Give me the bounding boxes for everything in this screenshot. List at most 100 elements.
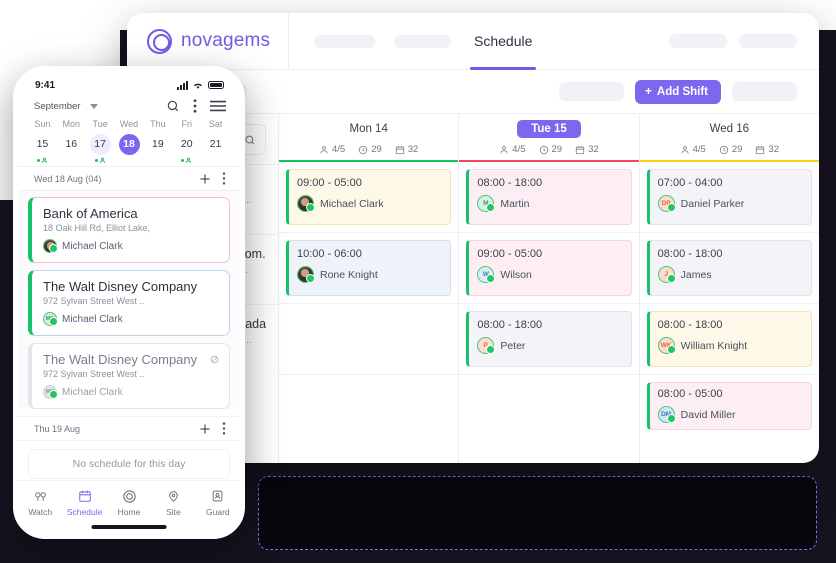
stat-guards: 4/5 <box>680 144 706 155</box>
avatar: DM <box>657 406 676 423</box>
shift-time: 08:00 - 05:00 <box>657 388 723 400</box>
schedule-card[interactable]: The Walt Disney Company 972 Sylvan Street… <box>28 343 230 409</box>
phone-tab-home[interactable]: Home <box>107 488 151 517</box>
stat-shifts-value: 32 <box>588 144 599 155</box>
shift-card[interactable]: 08:00 - 18:00 P Peter <box>466 311 632 367</box>
shift-card[interactable]: 08:00 - 05:00 DM David Miller <box>646 382 812 430</box>
wifi-icon <box>194 83 202 89</box>
phone-date-cell[interactable]: 19 <box>143 134 172 155</box>
phone-date-cell[interactable]: 15 <box>28 134 57 155</box>
plus-icon: + <box>645 85 652 98</box>
add-shift-button[interactable]: + Add Shift <box>635 79 721 104</box>
stat-shifts: 32 <box>575 144 599 155</box>
no-entry-icon[interactable] <box>206 353 219 366</box>
search-icon[interactable] <box>166 99 180 113</box>
phone-date-cell[interactable]: 20 <box>172 134 201 155</box>
phone-tab-schedule[interactable]: Schedule <box>62 488 106 517</box>
shift-time: 08:00 - 18:00 <box>657 248 723 260</box>
stat-guards: 4/5 <box>499 144 526 155</box>
phone-date-cell[interactable]: 21 <box>201 134 230 155</box>
nav-placeholder-1[interactable] <box>314 34 375 48</box>
section-actions <box>199 422 226 435</box>
day-column: Wed 16 4/5 29 32 07:00 - 04:00 DP Daniel Parke… <box>639 114 819 463</box>
card-address: 972 Sylvan Street West .. <box>43 369 145 379</box>
phone-date-cell[interactable]: 18 <box>115 134 144 155</box>
phone-weekday: Mon <box>62 119 81 129</box>
chevron-down-icon[interactable] <box>90 103 99 109</box>
phone-weekday: Sat <box>208 119 223 129</box>
day-label[interactable]: Mon 14 <box>279 121 458 138</box>
phone-tab-guard[interactable]: Guard <box>196 488 240 517</box>
shift-time: 08:00 - 18:00 <box>477 319 543 331</box>
more-vertical-icon[interactable] <box>222 422 226 435</box>
schedule-card[interactable]: Bank of America 18 Oak Hill Rd, Elliot La… <box>28 197 230 263</box>
has-shift-dot-icon <box>36 157 48 164</box>
stat-hours-value: 29 <box>371 144 382 155</box>
shift-person: J James <box>657 266 803 283</box>
shift-card[interactable]: 10:00 - 06:00 Rone Knight <box>286 240 452 296</box>
person-icon <box>320 145 328 153</box>
day-columns: Mon 14 4/5 29 32 09:00 - 05:00 Michael Clark 1… <box>279 114 819 463</box>
phone-tab-label: Guard <box>206 507 230 517</box>
watch-icon <box>18 488 62 504</box>
day-label[interactable]: Tue 15 <box>459 120 638 138</box>
stat-shifts: 32 <box>395 144 418 155</box>
phone-tab-label: Site <box>166 507 181 517</box>
shift-card[interactable]: 08:00 - 18:00 M Martin <box>466 169 632 225</box>
brand-logo[interactable]: novagems <box>127 13 289 70</box>
nav-right-placeholder-1[interactable] <box>669 34 727 48</box>
phone-status-bar: 9:41 <box>18 71 240 95</box>
shift-card[interactable]: 08:00 - 18:00 WK William Knight <box>646 311 812 367</box>
toolbar-placeholder-right[interactable] <box>732 82 797 101</box>
phone-weekday: Fri <box>181 119 192 129</box>
menu-icon[interactable] <box>210 100 226 112</box>
shift-person-name: Wilson <box>500 268 532 281</box>
section-title: Thu 19 Aug <box>34 423 81 434</box>
phone-tab-watch[interactable]: Watch <box>18 488 62 517</box>
shift-card[interactable]: 08:00 - 18:00 J James <box>646 240 812 296</box>
day-status-rule <box>279 159 459 162</box>
phone-tab-site[interactable]: Site <box>151 488 195 517</box>
status-time: 9:41 <box>35 79 56 91</box>
day-stats: 4/5 29 32 <box>279 144 458 155</box>
person-icon <box>681 145 689 153</box>
phone-date-indicator <box>86 155 115 166</box>
phone-date-row: 15 16 17 18 19 20 21 <box>28 134 230 155</box>
nav-right-placeholder-2[interactable] <box>739 34 797 48</box>
day-status-rule <box>639 159 819 162</box>
plus-icon[interactable] <box>199 423 211 435</box>
avatar: DP <box>657 195 676 212</box>
stat-hours-value: 29 <box>731 144 743 155</box>
phone-section-header-2: Thu 19 Aug <box>18 416 240 441</box>
avatar: M <box>477 195 496 212</box>
shift-card[interactable]: 07:00 - 04:00 DP Daniel Parker <box>646 169 812 225</box>
phone-month-label[interactable]: September <box>34 101 80 112</box>
phone-weekday: Sun <box>34 119 51 129</box>
desktop-top-navbar: novagems Schedule <box>127 13 819 70</box>
phone-date-cell[interactable]: 17 <box>86 134 115 155</box>
search-icon <box>245 135 255 144</box>
schedule-card[interactable]: The Walt Disney Company 972 Sylvan Street… <box>28 270 230 336</box>
tab-schedule[interactable]: Schedule <box>470 13 537 70</box>
phone-tab-label: Watch <box>28 507 53 517</box>
day-status-rule <box>459 159 639 162</box>
has-shift-dot-icon <box>94 157 106 164</box>
day-label[interactable]: Wed 16 <box>640 121 819 138</box>
avatar: P <box>477 337 496 354</box>
more-vertical-icon[interactable] <box>193 99 197 113</box>
dashed-placeholder-region <box>258 476 817 550</box>
more-vertical-icon[interactable] <box>222 172 226 185</box>
section-actions <box>199 172 226 185</box>
plus-icon[interactable] <box>199 173 211 185</box>
phone-section-header-1: Wed 18 Aug (04) <box>18 166 240 191</box>
shift-card[interactable]: 09:00 - 05:00 Michael Clark <box>286 169 452 225</box>
person-icon <box>500 145 508 153</box>
stat-guards: 4/5 <box>319 144 345 155</box>
map-pin-icon <box>151 488 195 504</box>
toolbar-placeholder-filter[interactable] <box>559 82 625 101</box>
phone-date-cell[interactable]: 16 <box>57 134 86 155</box>
stat-shifts: 32 <box>755 144 779 155</box>
avatar: W <box>477 266 496 283</box>
shift-card[interactable]: 09:00 - 05:00 W Wilson <box>466 240 632 296</box>
nav-placeholder-2[interactable] <box>394 34 451 48</box>
